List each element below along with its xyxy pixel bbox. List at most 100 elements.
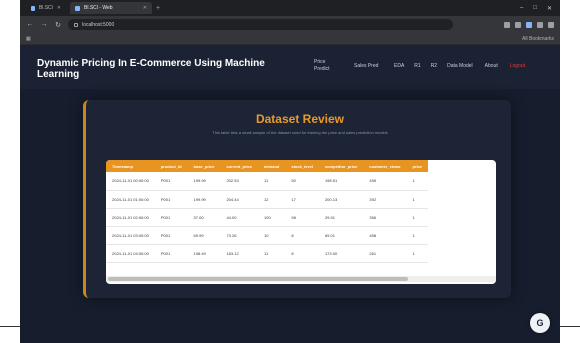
table-cell: P001: [154, 172, 188, 191]
all-bookmarks-link[interactable]: All Bookmarks: [522, 36, 554, 42]
table-cell: P001: [154, 226, 188, 245]
table-cell: 8: [285, 244, 319, 263]
favicon-icon: [31, 5, 35, 11]
table-cell: 98: [285, 208, 319, 227]
profile-icon[interactable]: [526, 21, 532, 28]
table-header-row: Timestamp product_id base_price current_…: [106, 160, 429, 172]
nav-links: Price Predict Sales Pred EDA R1 R2 Data …: [314, 59, 525, 73]
site-navbar: Dynamic Pricing In E-Commerce Using Mach…: [20, 45, 560, 89]
column-header: competitor_price: [318, 160, 364, 172]
site-info-icon[interactable]: [74, 22, 78, 27]
table-cell: P001: [154, 244, 188, 263]
table-cell: 50: [285, 172, 319, 191]
table-cell: 455: [363, 172, 407, 191]
tab-label: Bl.SCl - Web: [84, 5, 113, 11]
table-cell: 1: [406, 208, 429, 227]
table-cell: 200.13: [318, 190, 364, 209]
table-cell: 11: [258, 244, 286, 263]
table-row: 2024-11-01 04:00:00 P001 198.49 183.12 1…: [106, 244, 429, 263]
scrollbar-thumb[interactable]: [108, 277, 408, 281]
close-window-icon[interactable]: ✕: [547, 5, 552, 12]
table-cell: 204.44: [220, 190, 259, 209]
extension-icon[interactable]: [515, 21, 521, 28]
browser-toolbar: ← → ↻ localhost:5000: [20, 16, 560, 33]
site-brand[interactable]: Dynamic Pricing In E-Commerce Using Mach…: [37, 58, 307, 80]
back-icon[interactable]: ←: [26, 21, 34, 28]
tab-bar: Bl.SCl ✕ Bl.SCl - Web ✕ + – □ ✕: [20, 0, 560, 16]
bookmarks-bar: ▦ All Bookmarks: [20, 33, 560, 45]
table-cell: 392: [363, 190, 407, 209]
column-header: current_price: [220, 160, 259, 172]
table-cell: 100: [258, 208, 286, 227]
menu-icon[interactable]: [548, 21, 554, 28]
table-cell: 29.91: [318, 208, 364, 227]
maximize-icon[interactable]: □: [533, 5, 537, 12]
column-header: price: [406, 160, 429, 172]
screenshot-border-left: [0, 326, 20, 327]
dataset-table-container[interactable]: Timestamp product_id base_price current_…: [106, 160, 496, 284]
horizontal-scrollbar[interactable]: [106, 276, 496, 282]
dataset-table: Timestamp product_id base_price current_…: [106, 160, 429, 263]
nav-link-logout[interactable]: Logout: [510, 63, 525, 70]
column-header: product_id: [154, 160, 188, 172]
close-tab-icon[interactable]: ✕: [57, 5, 61, 11]
table-cell: 11: [258, 172, 286, 191]
table-cell: 199.99: [187, 172, 221, 191]
nav-link-about[interactable]: About: [485, 63, 498, 70]
dataset-review-card: Dataset Review This table lists a small …: [83, 100, 511, 298]
column-header: customer_views: [363, 160, 407, 172]
table-cell: 1: [406, 244, 429, 263]
table-cell: 2024-11-01 03:00:00: [106, 226, 155, 245]
nav-link-eda[interactable]: EDA: [394, 63, 404, 70]
table-cell: 356: [363, 208, 407, 227]
table-cell: 199.99: [187, 190, 221, 209]
nav-link-r2[interactable]: R2: [431, 63, 437, 70]
reload-icon[interactable]: ↻: [54, 21, 62, 29]
close-tab-icon[interactable]: ✕: [143, 5, 147, 11]
table-cell: 2024-11-01 04:00:00: [106, 244, 155, 263]
table-row: 2024-11-01 00:00:00 P001 199.99 202.53 1…: [106, 172, 429, 191]
browser-window: Bl.SCl ✕ Bl.SCl - Web ✕ + – □ ✕ ← → ↻ lo…: [20, 0, 560, 343]
table-cell: 1: [406, 190, 429, 209]
download-icon[interactable]: [537, 21, 543, 28]
table-cell: 44.00: [220, 208, 259, 227]
table-cell: 37.00: [187, 208, 221, 227]
toolbar-icons: [504, 21, 554, 28]
floating-action-button[interactable]: G: [530, 313, 550, 333]
column-header: base_price: [187, 160, 221, 172]
table-row: 2024-11-01 01:00:00 P001 199.99 204.44 1…: [106, 190, 429, 209]
apps-icon[interactable]: ▦: [26, 36, 31, 42]
table-cell: 458: [363, 226, 407, 245]
url-text: localhost:5000: [82, 21, 115, 28]
table-row: 2024-11-01 02:00:00 P001 37.00 44.00 100…: [106, 208, 429, 227]
column-header: stock_level: [285, 160, 319, 172]
nav-link-sales-pred[interactable]: Sales Pred: [354, 63, 380, 70]
browser-tab-active[interactable]: Bl.SCl - Web ✕: [70, 2, 152, 14]
forward-icon[interactable]: →: [40, 21, 48, 28]
table-cell: 17: [285, 190, 319, 209]
favicon-icon: [75, 5, 80, 11]
card-subtitle: This table lists a small sample of the d…: [212, 130, 388, 135]
table-row: 2024-11-01 03:00:00 P001 69.99 73.26 10 …: [106, 226, 429, 245]
table-cell: 8: [285, 226, 319, 245]
table-cell: 2024-11-01 01:00:00: [106, 190, 155, 209]
browser-tab[interactable]: Bl.SCl ✕: [26, 2, 66, 14]
table-cell: P001: [154, 208, 188, 227]
table-cell: 173.00: [318, 244, 364, 263]
new-tab-button[interactable]: +: [156, 5, 160, 12]
table-cell: 69.01: [318, 226, 364, 245]
tab-label: Bl.SCl: [38, 5, 53, 11]
nav-link-data-model[interactable]: Data Model: [447, 63, 473, 70]
table-cell: 261: [363, 244, 407, 263]
window-controls: – □ ✕: [520, 5, 560, 12]
table-cell: 183.12: [220, 244, 259, 263]
table-cell: 69.99: [187, 226, 221, 245]
minimize-icon[interactable]: –: [520, 5, 523, 12]
nav-link-r1[interactable]: R1: [414, 63, 420, 70]
page-viewport: Dynamic Pricing In E-Commerce Using Mach…: [20, 45, 560, 343]
table-cell: 10: [258, 226, 286, 245]
table-cell: P001: [154, 190, 188, 209]
address-bar[interactable]: localhost:5000: [68, 19, 453, 30]
bookmark-star-icon[interactable]: [504, 21, 510, 28]
nav-link-price-predict[interactable]: Price Predict: [314, 59, 340, 73]
